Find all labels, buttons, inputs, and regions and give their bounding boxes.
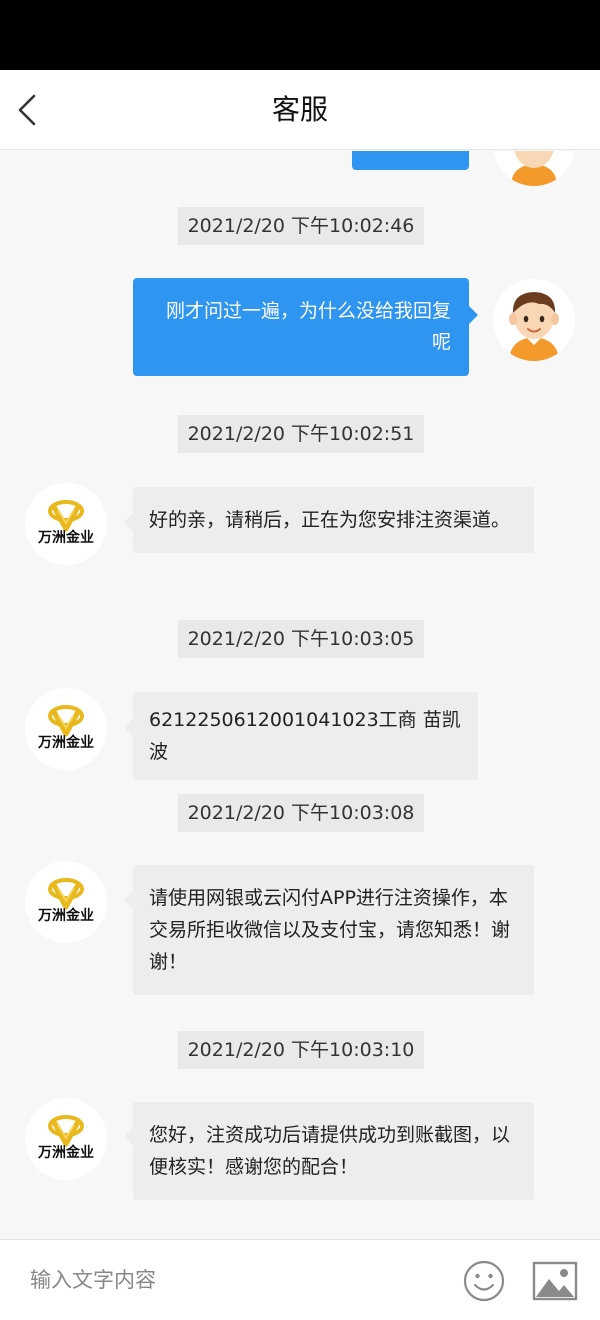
page-title: 客服 — [271, 93, 328, 126]
service-avatar-name: 万洲金业 — [38, 1145, 94, 1161]
wanzhou-logo-icon — [48, 1115, 84, 1147]
service-avatar[interactable]: 万洲金业 — [25, 688, 107, 770]
user-avatar-partial — [493, 151, 575, 186]
message-timestamp: 2021/2/20 下午10:02:46 — [178, 207, 424, 245]
message-text: 刚才问过一遍，为什么没给我回复呢 — [165, 300, 451, 353]
wanzhou-logo-icon — [48, 878, 84, 910]
service-avatar[interactable]: 万洲金业 — [25, 861, 107, 943]
message-bubble-partial — [352, 151, 469, 170]
service-message-bubble[interactable]: 您好，注资成功后请提供成功到账截图，以便核实！感谢您的配合！ — [124, 1102, 534, 1200]
service-avatar-name: 万洲金业 — [38, 908, 94, 924]
message-input-bar — [0, 1239, 600, 1320]
wanzhou-logo-icon — [48, 500, 84, 532]
service-avatar-name: 万洲金业 — [38, 530, 94, 546]
user-avatar[interactable] — [493, 279, 575, 361]
message-text: 请使用网银或云闪付APP进行注资操作，本交易所拒收微信以及支付宝，请您知悉！谢谢… — [149, 887, 511, 973]
message-timestamp: 2021/2/20 下午10:03:10 — [178, 1031, 424, 1069]
image-icon — [532, 1261, 578, 1301]
message-input[interactable] — [30, 1258, 440, 1302]
status-bar — [0, 0, 600, 70]
user-message-bubble[interactable]: 刚才问过一遍，为什么没给我回复呢 — [133, 278, 478, 376]
service-message-bubble[interactable]: 好的亲，请稍后，正在为您安排注资渠道。 — [124, 487, 534, 553]
service-avatar[interactable]: 万洲金业 — [25, 483, 107, 565]
service-message-bubble[interactable]: 6212250612001041023工商 苗凯波 — [124, 692, 478, 780]
emoji-icon — [463, 1260, 505, 1302]
user-avatar-icon — [509, 292, 559, 361]
navigation-bar: 客服 — [0, 70, 600, 150]
emoji-button[interactable] — [462, 1259, 506, 1303]
message-timestamp: 2021/2/20 下午10:02:51 — [178, 415, 424, 453]
message-text: 您好，注资成功后请提供成功到账截图，以便核实！感谢您的配合！ — [149, 1124, 511, 1178]
service-avatar[interactable]: 万洲金业 — [25, 1098, 107, 1180]
message-text: 好的亲，请稍后，正在为您安排注资渠道。 — [149, 509, 511, 531]
message-timestamp: 2021/2/20 下午10:03:05 — [178, 620, 424, 658]
message-text: 6212250612001041023工商 苗凯波 — [149, 709, 461, 763]
user-avatar-icon — [511, 151, 557, 186]
message-timestamp: 2021/2/20 下午10:03:08 — [178, 794, 424, 832]
chat-message-list[interactable]: 2021/2/20 下午10:02:46 刚才问过一遍，为什么没给我回复呢 20… — [0, 151, 600, 1239]
image-button[interactable] — [532, 1261, 578, 1301]
service-message-bubble[interactable]: 请使用网银或云闪付APP进行注资操作，本交易所拒收微信以及支付宝，请您知悉！谢谢… — [124, 865, 534, 995]
service-avatar-name: 万洲金业 — [38, 735, 94, 751]
wanzhou-logo-icon — [48, 705, 84, 737]
